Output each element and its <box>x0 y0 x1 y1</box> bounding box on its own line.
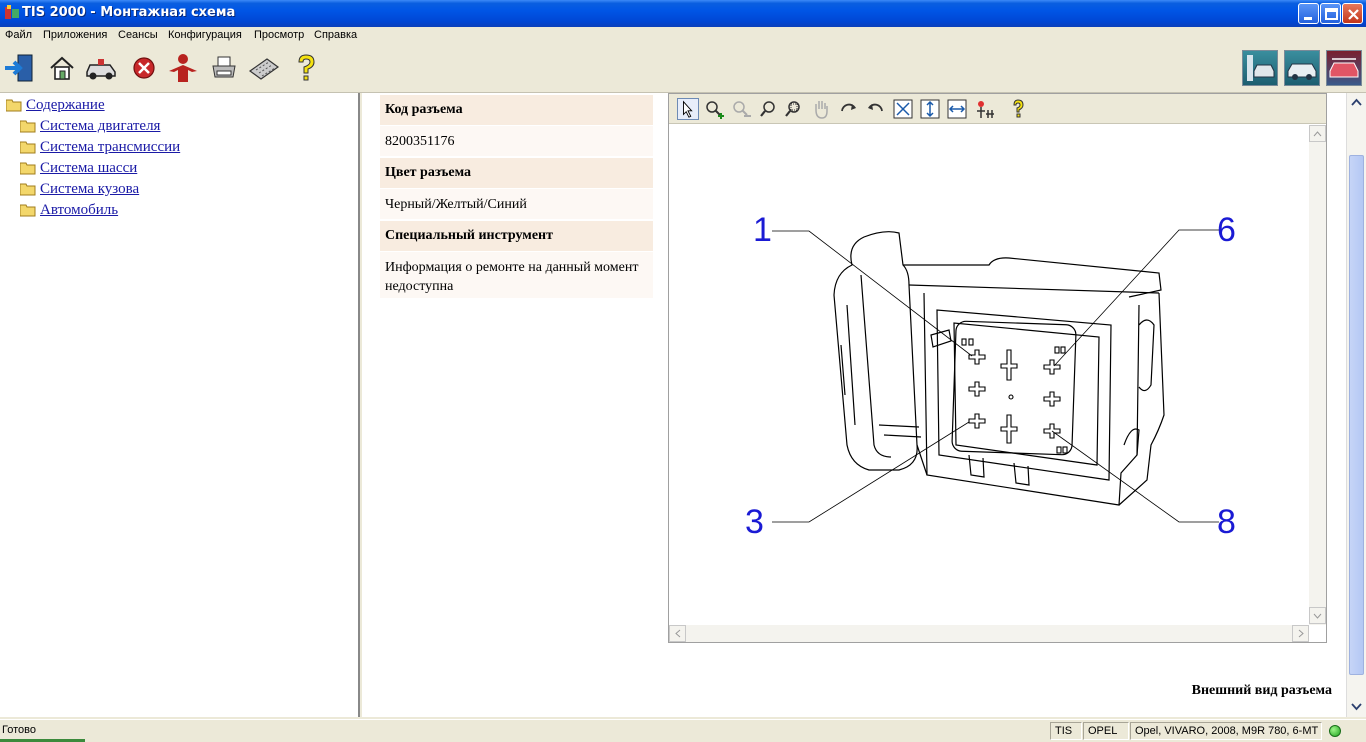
home-icon[interactable] <box>45 51 79 85</box>
person-icon[interactable] <box>166 51 200 85</box>
highlight-icon[interactable] <box>973 98 995 120</box>
content-pane: Код разъема 8200351176 Цвет разъема Черн… <box>362 93 1346 717</box>
app-icon <box>5 5 19 19</box>
zoom-icon[interactable] <box>758 98 780 120</box>
vehicle-service-icon[interactable] <box>1284 50 1320 86</box>
scroll-up-button[interactable] <box>1309 125 1326 142</box>
vehicle-icon[interactable] <box>84 51 118 85</box>
vehicle-diagnostics-icon[interactable] <box>1242 50 1278 86</box>
stop-icon[interactable] <box>127 51 161 85</box>
rotate-ccw-icon[interactable] <box>864 98 886 120</box>
select-pointer-icon[interactable] <box>677 98 699 120</box>
folder-icon <box>20 141 36 154</box>
maximize-button[interactable] <box>1320 3 1341 24</box>
keyboard-icon[interactable] <box>247 51 281 85</box>
fit-all-icon[interactable] <box>892 98 914 120</box>
folder-icon <box>20 162 36 175</box>
status-ready: Готово <box>2 724 36 736</box>
menu-applications[interactable]: Приложения <box>43 29 107 41</box>
special-tool-header: Специальный инструмент <box>380 221 653 251</box>
special-tool-value: Информация о ремонте на данный момент не… <box>380 252 653 298</box>
pan-hand-icon[interactable] <box>810 98 832 120</box>
scroll-down-button[interactable] <box>1309 607 1326 624</box>
callout-8: 8 <box>1217 503 1236 541</box>
scroll-left-button[interactable] <box>669 625 686 642</box>
scroll-up-icon[interactable] <box>1349 95 1364 110</box>
help-icon[interactable] <box>289 51 323 85</box>
menu-configuration[interactable]: Конфигурация <box>168 29 242 41</box>
status-brand: OPEL <box>1083 722 1129 740</box>
callout-1: 1 <box>753 211 772 249</box>
rotate-cw-icon[interactable] <box>838 98 860 120</box>
menu-file[interactable]: Файл <box>5 29 32 41</box>
status-vehicle: Opel, VIVARO, 2008, M9R 780, 6-MT <box>1130 722 1322 740</box>
connection-status-icon <box>1329 725 1341 737</box>
diagram-caption: Внешний вид разъема <box>1191 683 1332 698</box>
menu-help[interactable]: Справка <box>314 29 357 41</box>
fit-height-icon[interactable] <box>919 98 941 120</box>
status-bar: Готово TIS OPEL Opel, VIVARO, 2008, M9R … <box>0 719 1366 742</box>
scroll-thumb[interactable] <box>1349 155 1364 675</box>
connector-drawing[interactable]: 1 3 6 8 <box>669 125 1309 625</box>
callout-6: 6 <box>1217 211 1236 249</box>
application-window: TIS 2000 - Монтажная схема Файл Приложен… <box>0 0 1366 742</box>
minimize-button[interactable] <box>1298 3 1319 24</box>
scroll-right-button[interactable] <box>1292 625 1309 642</box>
tree-item-label[interactable]: Система шасси <box>40 160 137 177</box>
viewer-horizontal-scrollbar[interactable] <box>669 625 1309 642</box>
zoom-window-icon[interactable] <box>783 98 805 120</box>
menu-view[interactable]: Просмотр <box>254 29 304 41</box>
status-system: TIS <box>1050 722 1082 740</box>
print-icon[interactable] <box>207 51 241 85</box>
connector-code-value: 8200351176 <box>380 126 653 156</box>
connector-color-value: Черный/Желтый/Синий <box>380 189 653 219</box>
vehicle-wiring-icon[interactable] <box>1326 50 1362 86</box>
title-bar[interactable]: TIS 2000 - Монтажная схема <box>0 0 1366 27</box>
folder-icon <box>20 120 36 133</box>
scroll-down-icon[interactable] <box>1349 699 1364 714</box>
tree-item-label[interactable]: Автомобиль <box>40 202 118 219</box>
main-vertical-scrollbar[interactable] <box>1346 93 1366 717</box>
viewer-help-icon[interactable] <box>1007 98 1029 120</box>
viewer-toolbar <box>669 94 1326 124</box>
folder-open-icon <box>6 99 22 112</box>
zoom-out-icon[interactable] <box>730 98 752 120</box>
tree-item-label[interactable]: Система двигателя <box>40 118 160 135</box>
tree-item-label[interactable]: Система трансмиссии <box>40 139 180 156</box>
exit-icon[interactable] <box>2 51 36 85</box>
fit-width-icon[interactable] <box>946 98 968 120</box>
contents-tree: Содержание Система двигателя Система тра… <box>0 93 360 717</box>
menu-sessions[interactable]: Сеансы <box>118 29 158 41</box>
connector-code-header: Код разъема <box>380 95 653 125</box>
folder-icon <box>20 183 36 196</box>
viewer-vertical-scrollbar[interactable] <box>1309 125 1326 625</box>
diagram-viewer: 1 3 6 8 <box>668 93 1327 643</box>
window-title: TIS 2000 - Монтажная схема <box>22 5 236 20</box>
connector-color-header: Цвет разъема <box>380 158 653 188</box>
folder-icon <box>20 204 36 217</box>
menu-bar: Файл Приложения Сеансы Конфигурация Прос… <box>0 27 1366 45</box>
tree-root-label[interactable]: Содержание <box>26 97 105 114</box>
connector-illustration <box>772 229 1219 523</box>
tree-item-label[interactable]: Система кузова <box>40 181 139 198</box>
main-toolbar <box>0 45 1366 93</box>
close-button[interactable] <box>1342 3 1363 24</box>
callout-3: 3 <box>745 503 764 541</box>
zoom-in-icon[interactable] <box>703 98 725 120</box>
